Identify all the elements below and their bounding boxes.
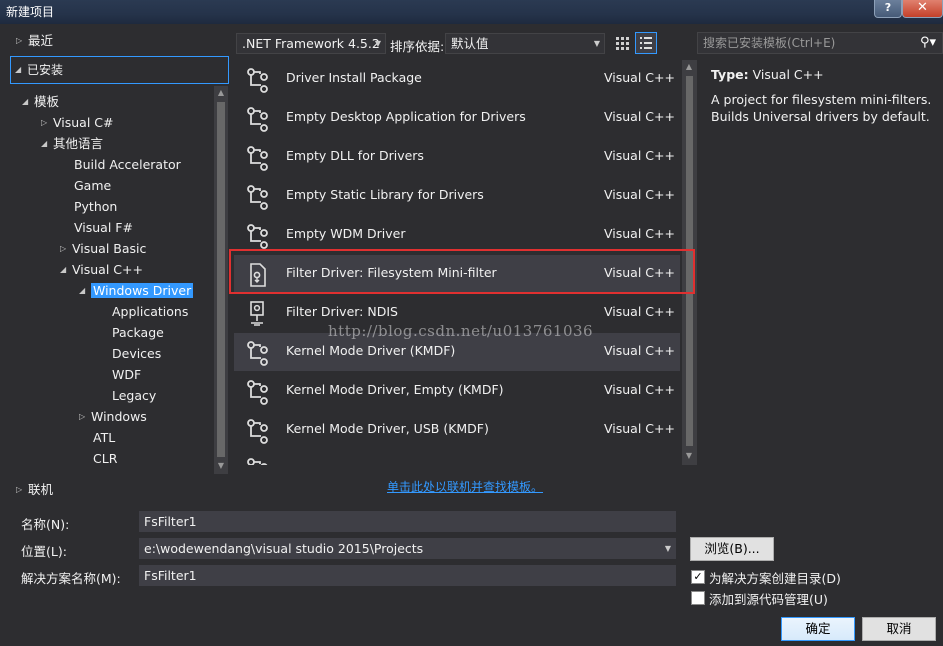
scroll-up-arrow-icon[interactable]: ▲ bbox=[682, 62, 696, 71]
template-language: Visual C++ bbox=[604, 187, 675, 202]
expand-arrow-icon[interactable]: ▷ bbox=[60, 238, 72, 259]
title-bar: 新建项目 bbox=[0, 0, 943, 24]
description-text: A project for filesystem mini-filters. B… bbox=[711, 92, 932, 124]
close-button[interactable]: ✕ bbox=[902, 0, 943, 18]
browse-button[interactable]: 浏览(B)... bbox=[690, 537, 774, 561]
template-language: Visual C++ bbox=[604, 70, 675, 85]
template-name: Empty DLL for Drivers bbox=[286, 148, 424, 163]
template-description: Type: Visual C++ A project for filesyste… bbox=[711, 66, 936, 125]
online-templates-link[interactable]: 单击此处以联机并查找模板。 bbox=[387, 478, 543, 495]
collapse-arrow-icon[interactable]: ◢ bbox=[79, 280, 91, 301]
dropdown-arrow-icon: ▼ bbox=[593, 39, 600, 48]
solution-name-input[interactable]: FsFilter1 bbox=[139, 565, 676, 586]
tree-item-visual-csharp[interactable]: ▷ Visual C# bbox=[41, 112, 114, 133]
scroll-down-arrow-icon[interactable]: ▼ bbox=[682, 451, 696, 460]
template-language: Visual C++ bbox=[604, 304, 675, 319]
tree-item-visual-basic[interactable]: ▷ Visual Basic bbox=[60, 238, 146, 259]
template-row[interactable]: Empty DLL for Drivers Visual C++ bbox=[234, 138, 680, 176]
template-language: Visual C++ bbox=[604, 109, 675, 124]
template-language: Visual C++ bbox=[604, 421, 675, 436]
dropdown-arrow-icon: ▼ bbox=[374, 39, 381, 48]
expand-arrow-icon[interactable]: ▷ bbox=[79, 406, 91, 427]
template-language: Visual C++ bbox=[604, 226, 675, 241]
template-language: Visual C++ bbox=[604, 148, 675, 163]
tree-item-applications[interactable]: Applications bbox=[112, 301, 188, 322]
type-label: Type: bbox=[711, 67, 749, 82]
template-name: Empty WDM Driver bbox=[286, 226, 406, 241]
tree-scrollbar[interactable]: ▲ ▼ bbox=[214, 86, 228, 474]
collapse-arrow-icon[interactable]: ◢ bbox=[60, 259, 72, 280]
solution-name-label: 解决方案名称(M): bbox=[21, 571, 121, 586]
tree-item-visual-cpp[interactable]: ◢ Visual C++ bbox=[60, 259, 143, 280]
search-icon[interactable]: ⚲▾ bbox=[920, 33, 936, 53]
tree-item-windows-driver[interactable]: ◢ Windows Driver bbox=[79, 280, 194, 301]
tree-item-visual-fsharp[interactable]: Visual F# bbox=[74, 217, 133, 238]
type-value: Visual C++ bbox=[752, 67, 824, 82]
expand-arrow-icon[interactable]: ▷ bbox=[16, 479, 28, 500]
template-name: Empty Static Library for Drivers bbox=[286, 187, 484, 202]
template-row-partial[interactable] bbox=[234, 450, 680, 465]
sort-label: 排序依据: bbox=[390, 39, 445, 54]
grid-icon bbox=[616, 37, 629, 50]
tree-item-clr[interactable]: CLR bbox=[93, 448, 117, 469]
dropdown-arrow-icon[interactable]: ▼ bbox=[665, 539, 671, 558]
tree-item-other-languages[interactable]: ◢ 其他语言 bbox=[41, 133, 103, 154]
list-view-button[interactable] bbox=[635, 32, 657, 54]
source-control-label: 添加到源代码管理(U) bbox=[709, 592, 828, 607]
selection-highlight-box bbox=[229, 249, 695, 294]
search-input[interactable]: 搜索已安装模板(Ctrl+E) ⚲▾ bbox=[697, 32, 943, 54]
tree-item-game[interactable]: Game bbox=[74, 175, 111, 196]
location-label: 位置(L): bbox=[21, 544, 67, 559]
create-directory-checkbox[interactable]: ✓ bbox=[691, 570, 705, 584]
tree-item-recent[interactable]: ▷ 最近 bbox=[16, 30, 53, 51]
template-name: Driver Install Package bbox=[286, 70, 422, 85]
scroll-down-arrow-icon[interactable]: ▼ bbox=[214, 461, 228, 470]
template-row[interactable]: Kernel Mode Driver, USB (KMDF) Visual C++ bbox=[234, 411, 680, 449]
tree-item-atl[interactable]: ATL bbox=[93, 427, 115, 448]
small-icons-view-button[interactable] bbox=[611, 32, 633, 54]
template-name: Filter Driver: NDIS bbox=[286, 304, 398, 319]
watermark-text: http://blog.csdn.net/u013761036 bbox=[328, 322, 594, 340]
tree-scrollbar-thumb[interactable] bbox=[217, 102, 225, 457]
list-icon bbox=[640, 37, 652, 49]
scroll-up-arrow-icon[interactable]: ▲ bbox=[214, 88, 228, 97]
tree-item-legacy[interactable]: Legacy bbox=[112, 385, 156, 406]
template-language: Visual C++ bbox=[604, 343, 675, 358]
template-row[interactable]: Kernel Mode Driver, Empty (KMDF) Visual C… bbox=[234, 372, 680, 410]
tree-item-package[interactable]: Package bbox=[112, 322, 164, 343]
template-name: Kernel Mode Driver, USB (KMDF) bbox=[286, 421, 489, 436]
tree-item-wdf[interactable]: WDF bbox=[112, 364, 141, 385]
template-name: Kernel Mode Driver (KMDF) bbox=[286, 343, 456, 358]
tree-item-python[interactable]: Python bbox=[74, 196, 117, 217]
ok-button[interactable]: 确定 bbox=[781, 617, 855, 641]
template-row[interactable]: Empty Static Library for Drivers Visual C… bbox=[234, 177, 680, 215]
tree-item-templates[interactable]: ◢ 模板 bbox=[22, 91, 59, 112]
collapse-arrow-icon[interactable]: ◢ bbox=[41, 133, 53, 154]
template-row[interactable]: Driver Install Package Visual C++ bbox=[234, 60, 680, 98]
window-title: 新建项目 bbox=[6, 5, 55, 19]
name-input[interactable]: FsFilter1 bbox=[139, 511, 676, 532]
location-combobox[interactable]: e:\wodewendang\visual studio 2015\Projec… bbox=[139, 538, 676, 559]
framework-select[interactable]: .NET Framework 4.5.2 ▼ bbox=[236, 33, 386, 54]
tree-item-windows[interactable]: ▷ Windows bbox=[79, 406, 147, 427]
template-name: Kernel Mode Driver, Empty (KMDF) bbox=[286, 382, 504, 397]
template-row[interactable]: Empty Desktop Application for Drivers Vis… bbox=[234, 99, 680, 137]
collapse-arrow-icon[interactable]: ◢ bbox=[15, 57, 27, 83]
create-directory-label: 为解决方案创建目录(D) bbox=[709, 571, 841, 586]
expand-arrow-icon[interactable]: ▷ bbox=[41, 112, 53, 133]
expand-arrow-icon[interactable]: ▷ bbox=[16, 30, 28, 51]
help-button[interactable]: ? bbox=[874, 0, 902, 18]
collapse-arrow-icon[interactable]: ◢ bbox=[22, 91, 34, 112]
template-tree-panel: ▷ 最近 ◢ 已安装 ◢ 模板 ▷ Visual C# ◢ 其他语言 Build Acce… bbox=[8, 28, 230, 504]
source-control-checkbox[interactable] bbox=[691, 591, 705, 605]
tree-item-build-accelerator[interactable]: Build Accelerator bbox=[74, 154, 181, 175]
template-name: Empty Desktop Application for Drivers bbox=[286, 109, 526, 124]
tree-item-online[interactable]: ▷ 联机 bbox=[16, 479, 53, 500]
name-label: 名称(N): bbox=[21, 517, 70, 532]
cancel-button[interactable]: 取消 bbox=[862, 617, 936, 641]
template-language: Visual C++ bbox=[604, 382, 675, 397]
tree-item-devices[interactable]: Devices bbox=[112, 343, 161, 364]
tree-item-installed[interactable]: ◢ 已安装 bbox=[10, 56, 229, 84]
sort-select[interactable]: 默认值 ▼ bbox=[445, 33, 605, 54]
